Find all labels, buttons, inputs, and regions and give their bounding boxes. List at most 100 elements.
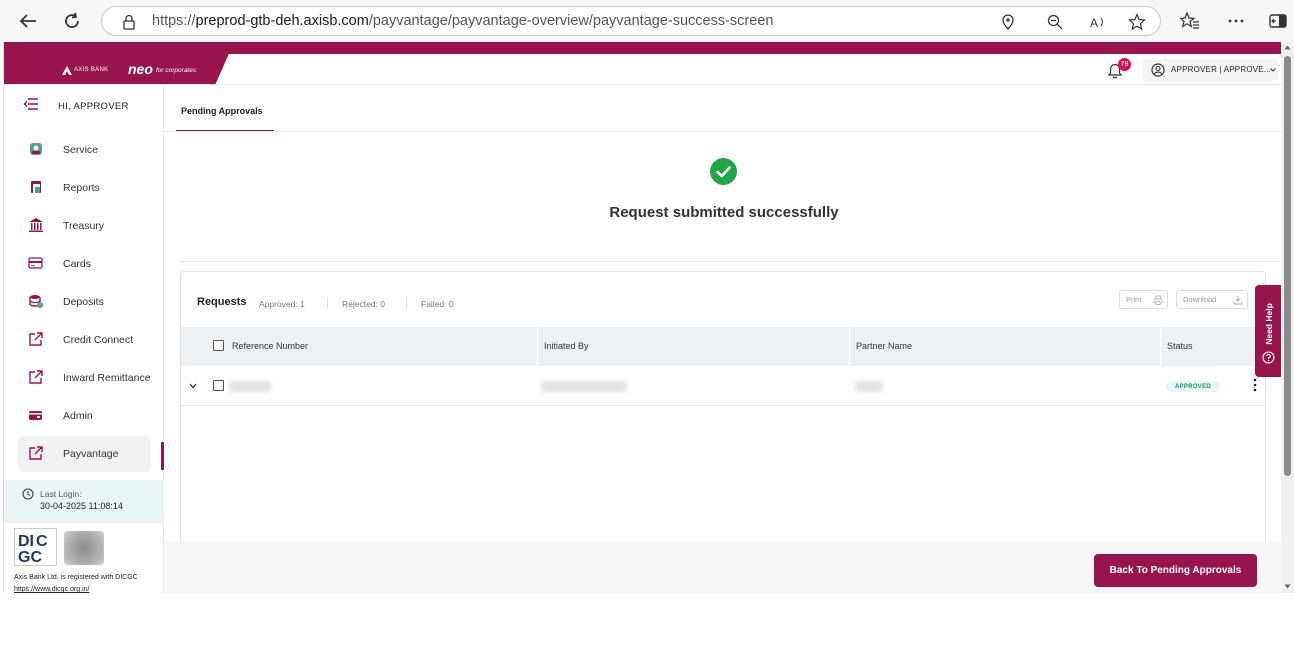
- dicgc-link[interactable]: https://www.dicgc.org.in/: [14, 586, 89, 593]
- sidebar-item-label: Inward Remittance: [63, 372, 151, 384]
- column-separator: [537, 327, 538, 366]
- notification-count-badge: 79: [1118, 58, 1131, 71]
- scrollbar[interactable]: [1281, 42, 1294, 593]
- user-menu-button[interactable]: APPROVER | APPROVE...: [1143, 59, 1279, 81]
- zoom-icon[interactable]: [1046, 13, 1064, 31]
- scroll-thumb[interactable]: [1284, 56, 1291, 476]
- table-row[interactable]: APPROVED: [181, 366, 1265, 406]
- product-tagline: for corporates: [156, 67, 197, 74]
- brand-header: [4, 42, 234, 84]
- svg-text:GC: GC: [18, 549, 42, 565]
- column-header[interactable]: Partner Name: [856, 341, 912, 351]
- deposits-icon: [29, 295, 43, 308]
- scroll-down-icon[interactable]: [1284, 584, 1291, 589]
- status-badge: APPROVED: [1166, 381, 1220, 392]
- download-button[interactable]: Download: [1176, 290, 1248, 309]
- sidebar-item-label: Reports: [63, 182, 100, 194]
- sidebar-item-credit-connect[interactable]: Credit Connect: [18, 322, 151, 358]
- sidebar-item-payvantage[interactable]: Payvantage: [18, 436, 151, 472]
- svg-text:A: A: [1090, 16, 1098, 30]
- redacted-initiated-by: [541, 381, 627, 392]
- dicgc-logo: DI C GC: [14, 528, 57, 566]
- tab-pending-approvals[interactable]: Pending Approvals: [176, 98, 274, 132]
- column-separator: [849, 327, 850, 366]
- last-login-value: 30-04-2025 11:08:14: [40, 501, 123, 511]
- svg-text:C: C: [36, 533, 48, 550]
- external-link-icon: [29, 446, 43, 460]
- user-avatar-icon: [1151, 63, 1165, 77]
- sidebar: HI, APPROVER Service Reports Treasury Ca…: [4, 85, 164, 593]
- service-icon: [30, 143, 42, 155]
- success-message: Request submitted successfully: [609, 204, 839, 221]
- stat-separator: [327, 297, 328, 309]
- select-all-checkbox[interactable]: [213, 340, 224, 351]
- sidebar-item-label: Payvantage: [63, 448, 119, 460]
- success-check-icon: [710, 158, 737, 185]
- tab-divider: [164, 131, 1282, 132]
- lock-icon[interactable]: [120, 13, 138, 31]
- external-link-icon: [29, 370, 43, 384]
- sidebar-item-label: Treasury: [63, 220, 105, 232]
- rejected-count: Rejected: 0: [342, 299, 385, 309]
- treasury-icon: [29, 218, 43, 232]
- column-header[interactable]: Status: [1167, 341, 1193, 351]
- column-header[interactable]: Reference Number: [232, 341, 308, 351]
- sidebar-item-label: Credit Connect: [63, 334, 134, 346]
- failed-count: Failed: 0: [421, 299, 454, 309]
- sidebar-item-cards[interactable]: Cards: [18, 246, 151, 282]
- sidebar-item-admin[interactable]: Admin: [18, 398, 151, 434]
- expand-chevron-icon[interactable]: [189, 383, 197, 389]
- axis-bank-logo-icon: [62, 66, 72, 75]
- scroll-up-icon[interactable]: [1284, 45, 1291, 50]
- back-arrow-icon[interactable]: [14, 7, 42, 35]
- back-to-pending-approvals-button[interactable]: Back To Pending Approvals: [1094, 554, 1257, 587]
- last-login-panel: Last Login: 30-04-2025 11:08:14: [4, 480, 164, 523]
- qr-code: [61, 528, 107, 568]
- active-indicator: [161, 442, 164, 470]
- approved-count: Approved: 1: [259, 299, 305, 309]
- chevron-down-icon: [1270, 68, 1276, 72]
- favorites-list-icon[interactable]: [1180, 11, 1200, 31]
- column-separator: [1160, 327, 1161, 366]
- clock-icon: [22, 488, 34, 500]
- dicgc-note: Axis Bank Ltd. is registered with DICGC: [14, 574, 138, 581]
- refresh-icon[interactable]: [58, 7, 86, 35]
- sidebar-item-inward-remittance[interactable]: Inward Remittance: [18, 360, 151, 396]
- printer-icon: [1153, 295, 1163, 305]
- address-bar[interactable]: https://preprod-gtb-deh.axisb.com/payvan…: [101, 6, 1161, 36]
- redacted-partner-name: [855, 381, 883, 392]
- sidebar-item-label: Service: [63, 144, 99, 156]
- location-icon[interactable]: [999, 13, 1017, 31]
- external-link-icon: [29, 332, 43, 346]
- admin-icon: [29, 411, 42, 420]
- url-text[interactable]: https://preprod-gtb-deh.axisb.com/payvan…: [152, 13, 773, 29]
- collapse-menu-icon[interactable]: [24, 98, 38, 110]
- svg-text:DI: DI: [18, 533, 34, 550]
- more-menu-icon[interactable]: [1226, 11, 1246, 31]
- read-aloud-icon[interactable]: A: [1089, 13, 1107, 31]
- table-header: Reference Number Initiated By Partner Na…: [181, 327, 1265, 366]
- sidebar-item-service[interactable]: Service: [18, 132, 151, 168]
- need-help-tab[interactable]: Need Help: [1255, 285, 1282, 377]
- product-name: neo: [128, 61, 153, 77]
- user-greeting: HI, APPROVER: [58, 101, 129, 112]
- row-checkbox[interactable]: [213, 380, 224, 391]
- sidebar-toggle-icon[interactable]: [1268, 11, 1288, 31]
- cards-icon: [28, 257, 43, 269]
- header-divider: [4, 84, 1282, 85]
- help-icon: [1262, 351, 1275, 364]
- favorite-star-icon[interactable]: [1128, 13, 1146, 31]
- user-label: APPROVER | APPROVE...: [1171, 65, 1272, 74]
- qr-code-image: [64, 531, 104, 565]
- app-container: AXIS BANK neo for corporates 79 APPROVER…: [3, 42, 1282, 593]
- sidebar-item-deposits[interactable]: Deposits: [18, 284, 151, 320]
- reports-icon: [31, 181, 41, 193]
- print-button[interactable]: Print: [1119, 290, 1168, 309]
- row-actions-icon[interactable]: [1251, 377, 1259, 393]
- column-header[interactable]: Initiated By: [544, 341, 589, 351]
- bank-name: AXIS BANK: [74, 67, 109, 73]
- sidebar-item-label: Cards: [63, 258, 92, 270]
- stat-separator: [406, 297, 407, 309]
- sidebar-item-treasury[interactable]: Treasury: [18, 208, 151, 244]
- sidebar-item-reports[interactable]: Reports: [18, 170, 151, 206]
